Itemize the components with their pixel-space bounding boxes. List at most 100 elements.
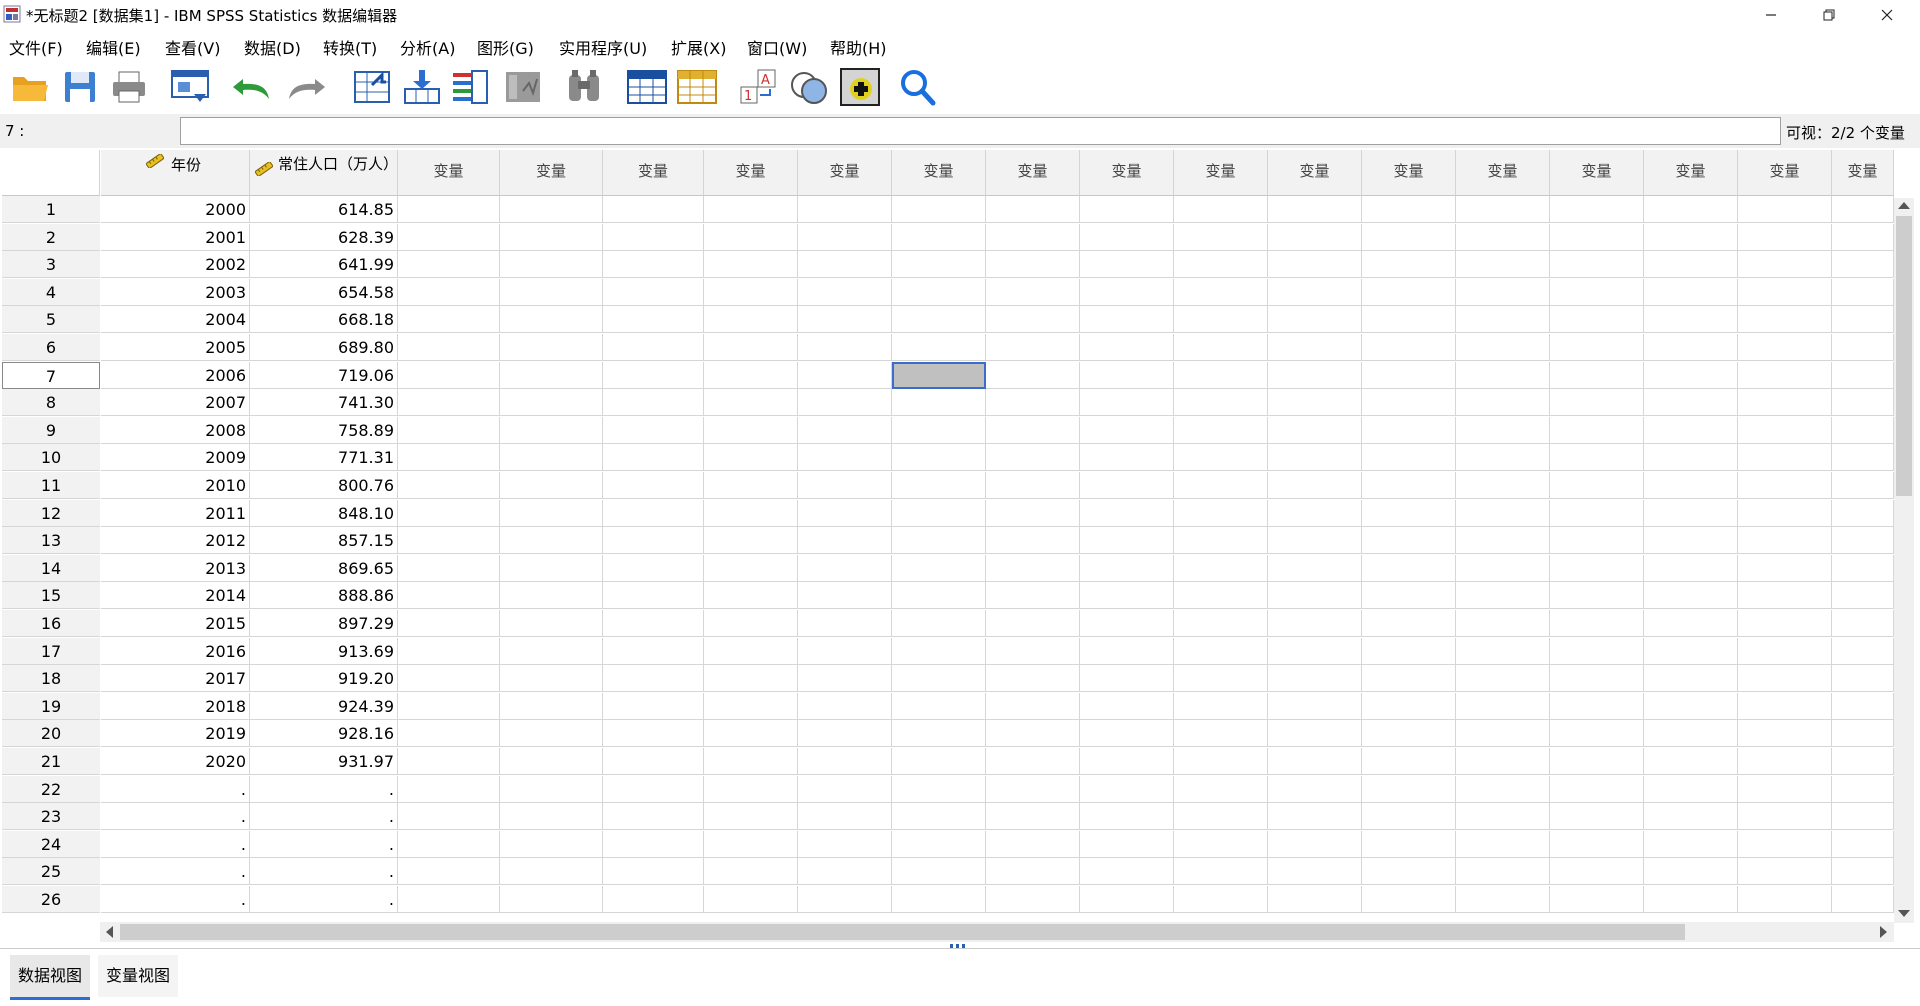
empty-cell[interactable] xyxy=(1738,555,1832,582)
empty-cell[interactable] xyxy=(1080,665,1174,692)
empty-cell[interactable] xyxy=(704,362,798,389)
cell-population[interactable]: 719.06 xyxy=(250,362,398,389)
empty-cell[interactable] xyxy=(1456,555,1550,582)
empty-cell[interactable] xyxy=(500,693,603,720)
save-icon[interactable] xyxy=(58,65,102,109)
row-number[interactable]: 5 xyxy=(2,306,100,333)
empty-cell[interactable] xyxy=(986,389,1080,416)
empty-cell[interactable] xyxy=(1362,638,1456,665)
empty-cell[interactable] xyxy=(500,610,603,637)
empty-cell[interactable] xyxy=(603,665,704,692)
empty-cell[interactable] xyxy=(1268,776,1362,803)
menu-extensions[interactable]: 扩展(X) xyxy=(671,35,726,59)
empty-cell[interactable] xyxy=(1174,748,1268,775)
empty-cell[interactable] xyxy=(1268,748,1362,775)
empty-cell[interactable] xyxy=(704,582,798,609)
empty-cell[interactable] xyxy=(1644,776,1738,803)
empty-cell[interactable] xyxy=(1268,472,1362,499)
empty-cell[interactable] xyxy=(986,417,1080,444)
empty-cell[interactable] xyxy=(1174,638,1268,665)
empty-cell[interactable] xyxy=(603,610,704,637)
empty-cell[interactable] xyxy=(798,500,892,527)
open-folder-icon[interactable] xyxy=(8,65,52,109)
empty-cell[interactable] xyxy=(500,279,603,306)
empty-cell[interactable] xyxy=(892,638,986,665)
cell-year[interactable]: 2002 xyxy=(101,251,250,278)
empty-cell[interactable] xyxy=(500,500,603,527)
empty-cell[interactable] xyxy=(1644,362,1738,389)
empty-cell[interactable] xyxy=(1644,417,1738,444)
empty-cell[interactable] xyxy=(1738,776,1832,803)
empty-cell[interactable] xyxy=(1644,748,1738,775)
empty-cell[interactable] xyxy=(398,417,500,444)
empty-cell[interactable] xyxy=(798,251,892,278)
empty-cell[interactable] xyxy=(986,582,1080,609)
empty-cell[interactable] xyxy=(1832,362,1894,389)
empty-cell[interactable] xyxy=(1738,389,1832,416)
cell-population[interactable]: 800.76 xyxy=(250,472,398,499)
empty-cell[interactable] xyxy=(892,582,986,609)
empty-cell[interactable] xyxy=(1738,444,1832,471)
split-file-icon[interactable]: 1A xyxy=(737,65,781,109)
row-number[interactable]: 16 xyxy=(2,610,100,637)
empty-variable-header[interactable]: 变量 xyxy=(1832,150,1894,196)
empty-cell[interactable] xyxy=(1832,555,1894,582)
empty-cell[interactable] xyxy=(500,858,603,885)
empty-cell[interactable] xyxy=(1080,748,1174,775)
empty-cell[interactable] xyxy=(986,500,1080,527)
empty-cell[interactable] xyxy=(986,858,1080,885)
empty-cell[interactable] xyxy=(1456,638,1550,665)
empty-cell[interactable] xyxy=(798,306,892,333)
empty-cell[interactable] xyxy=(1738,886,1832,913)
empty-cell[interactable] xyxy=(1644,500,1738,527)
empty-cell[interactable] xyxy=(798,638,892,665)
empty-cell[interactable] xyxy=(1268,555,1362,582)
tab-variable-view[interactable]: 变量视图 xyxy=(98,955,178,997)
empty-cell[interactable] xyxy=(603,196,704,223)
empty-cell[interactable] xyxy=(398,500,500,527)
empty-cell[interactable] xyxy=(1174,362,1268,389)
empty-cell[interactable] xyxy=(704,665,798,692)
cell-year[interactable]: 2014 xyxy=(101,582,250,609)
empty-cell[interactable] xyxy=(1268,803,1362,830)
empty-cell[interactable] xyxy=(398,858,500,885)
empty-cell[interactable] xyxy=(1644,858,1738,885)
empty-cell[interactable] xyxy=(500,362,603,389)
empty-cell[interactable] xyxy=(1550,527,1644,554)
empty-cell[interactable] xyxy=(1268,886,1362,913)
menu-graphs[interactable]: 图形(G) xyxy=(477,35,534,59)
empty-cell[interactable] xyxy=(500,334,603,361)
empty-cell[interactable] xyxy=(398,886,500,913)
empty-variable-header[interactable]: 变量 xyxy=(603,150,704,196)
empty-cell[interactable] xyxy=(1644,334,1738,361)
empty-cell[interactable] xyxy=(1644,693,1738,720)
empty-cell[interactable] xyxy=(986,224,1080,251)
empty-cell[interactable] xyxy=(1080,858,1174,885)
menu-utilities[interactable]: 实用程序(U) xyxy=(559,35,647,59)
empty-cell[interactable] xyxy=(1174,500,1268,527)
select-cases-icon[interactable] xyxy=(838,65,882,109)
cell-year[interactable]: 2004 xyxy=(101,306,250,333)
empty-cell[interactable] xyxy=(603,334,704,361)
empty-cell[interactable] xyxy=(1550,555,1644,582)
empty-cell[interactable] xyxy=(986,776,1080,803)
cell-population[interactable]: 931.97 xyxy=(250,748,398,775)
empty-cell[interactable] xyxy=(1174,279,1268,306)
empty-cell[interactable] xyxy=(1268,610,1362,637)
print-icon[interactable] xyxy=(107,65,151,109)
empty-cell[interactable] xyxy=(986,693,1080,720)
empty-cell[interactable] xyxy=(1738,224,1832,251)
empty-cell[interactable] xyxy=(1456,665,1550,692)
empty-cell[interactable] xyxy=(704,638,798,665)
empty-cell[interactable] xyxy=(1080,417,1174,444)
row-number[interactable]: 13 xyxy=(2,527,100,554)
cell-population[interactable]: 924.39 xyxy=(250,693,398,720)
variables-icon[interactable] xyxy=(448,65,492,109)
cell-population[interactable]: 689.80 xyxy=(250,334,398,361)
empty-cell[interactable] xyxy=(798,803,892,830)
empty-cell[interactable] xyxy=(1080,693,1174,720)
row-number[interactable]: 21 xyxy=(2,748,100,775)
row-number[interactable]: 17 xyxy=(2,638,100,665)
empty-cell[interactable] xyxy=(1644,582,1738,609)
empty-cell[interactable] xyxy=(1832,748,1894,775)
